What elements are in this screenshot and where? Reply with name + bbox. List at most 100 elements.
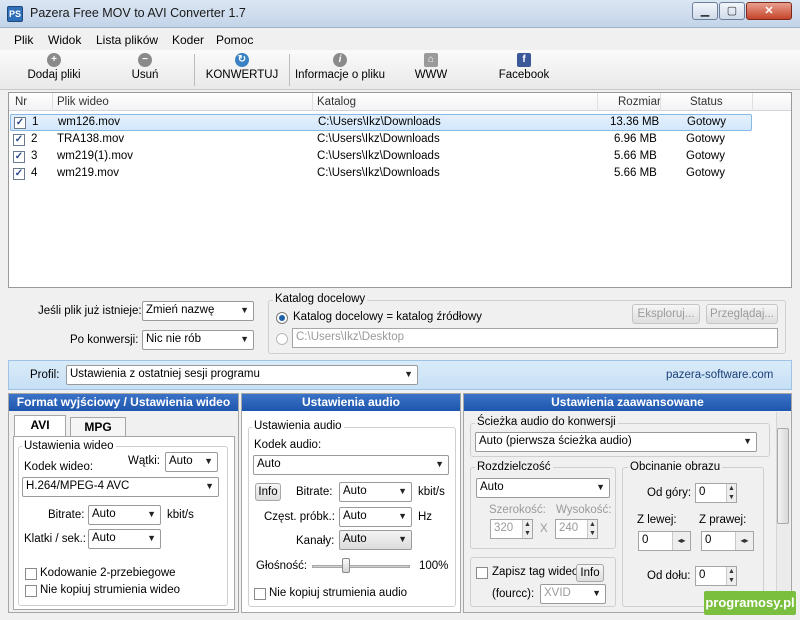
height-input[interactable]: 240 ▲ ▼	[555, 519, 598, 539]
col-status[interactable]: Status	[690, 96, 723, 108]
www-button[interactable]: ⌂ WWW	[406, 53, 456, 87]
audio-track-select[interactable]: Auto (pierwsza ścieżka audio) ▼	[475, 432, 757, 452]
refresh-icon: ↻	[235, 53, 249, 67]
fourcc-value: XVID	[544, 587, 571, 599]
col-divider	[752, 93, 753, 111]
crop-left-input[interactable]: 0 ◂▸	[638, 531, 691, 551]
close-button[interactable]: ✕	[746, 2, 792, 20]
explore-button[interactable]: Eksploruj...	[632, 304, 700, 324]
menu-widok[interactable]: Widok	[48, 33, 81, 47]
fourcc-checkbox[interactable]	[476, 567, 488, 579]
video-bitrate-label: Bitrate:	[48, 509, 85, 521]
row-checkbox[interactable]: ✓	[13, 168, 25, 180]
volume-value: 100%	[419, 560, 449, 572]
radio-same-dir[interactable]	[276, 312, 288, 324]
channels-value: Auto	[343, 533, 367, 545]
volume-slider-track[interactable]	[312, 565, 410, 568]
channels-select[interactable]: Auto ▼	[339, 530, 412, 550]
profile-select[interactable]: Ustawienia z ostatniej sesji programu ▼	[66, 365, 418, 385]
row-checkbox[interactable]: ✓	[13, 151, 25, 163]
table-row[interactable]: ✓ 3 wm219(1).mov C:\Users\Ikz\Downloads …	[10, 149, 752, 166]
col-nr[interactable]: Nr	[15, 96, 27, 108]
height-value: 240	[559, 522, 579, 534]
app-icon: PS	[7, 6, 23, 22]
col-dir[interactable]: Katalog	[317, 96, 356, 108]
col-file[interactable]: Plik wideo	[57, 96, 109, 108]
radio-custom-dir[interactable]	[276, 333, 288, 345]
row-dir: C:\Users\Ikz\Downloads	[318, 116, 441, 128]
chevron-down-icon: ▼	[743, 436, 752, 446]
fourcc-info-button[interactable]: Info	[576, 564, 604, 582]
menu-lista-plikow[interactable]: Lista plików	[96, 33, 158, 47]
chevron-down-icon: ▼	[435, 459, 444, 469]
video-codec-select[interactable]: H.264/MPEG-4 AVC ▼	[22, 477, 219, 497]
menu-plik[interactable]: Plik	[14, 33, 33, 47]
browse-button[interactable]: Przeglądaj...	[706, 304, 778, 324]
col-divider	[52, 93, 53, 111]
audio-panel-title: Ustawienia audio	[242, 394, 460, 411]
convert-button[interactable]: ↻ KONWERTUJ	[204, 53, 280, 87]
width-input[interactable]: 320 ▲ ▼	[490, 519, 533, 539]
audio-bitrate-select[interactable]: Auto ▼	[339, 482, 412, 502]
facebook-button[interactable]: f Facebook	[496, 53, 552, 87]
video-panel-title: Format wyjściowy / Ustawienia wideo	[9, 394, 238, 411]
nocopy-video-checkbox[interactable]	[25, 585, 37, 597]
fps-select[interactable]: Auto ▼	[88, 529, 161, 549]
crop-top-input[interactable]: 0 ▲ ▼	[695, 483, 737, 503]
tab-avi[interactable]: AVI	[14, 415, 66, 437]
menu-koder[interactable]: Koder	[172, 33, 204, 47]
fourcc-select[interactable]: XVID ▼	[540, 584, 606, 604]
nocopy-audio-label: Nie kopiuj strumienia audio	[269, 587, 408, 599]
nocopy-audio-checkbox[interactable]	[254, 588, 266, 600]
minimize-button[interactable]: ▁	[692, 2, 718, 20]
add-files-button[interactable]: + Dodaj pliki	[20, 53, 88, 87]
menu-pomoc[interactable]: Pomoc	[216, 33, 253, 47]
width-label: Szerokość:	[489, 504, 546, 516]
col-size[interactable]: Rozmiar	[618, 96, 661, 108]
row-size: 13.36 MB	[610, 116, 660, 128]
pazera-link[interactable]: pazera-software.com	[666, 369, 773, 381]
row-size: 5.66 MB	[614, 150, 657, 162]
row-dir: C:\Users\Ikz\Downloads	[317, 133, 440, 145]
after-value: Nic nie rób	[146, 333, 201, 345]
target-path-input[interactable]: C:\Users\Ikz\Desktop	[292, 328, 778, 348]
chevron-down-icon: ▼	[398, 534, 407, 544]
exists-select[interactable]: Zmień nazwę ▼	[142, 301, 254, 321]
after-select[interactable]: Nic nie rób ▼	[142, 330, 254, 350]
twopass-checkbox[interactable]	[25, 568, 37, 580]
toolbar-separator	[289, 54, 290, 86]
row-file: TRA138.mov	[57, 133, 125, 145]
remove-button[interactable]: − Usuń	[118, 53, 172, 87]
chevron-down-icon: ▼	[147, 509, 156, 519]
audio-bitrate-unit: kbit/s	[418, 486, 445, 498]
file-list-header	[9, 93, 791, 111]
file-info-button[interactable]: i Informacje o pliku	[294, 53, 386, 87]
maximize-button[interactable]: ▢	[719, 2, 745, 20]
video-bitrate-select[interactable]: Auto ▼	[88, 505, 161, 525]
resolution-select[interactable]: Auto ▼	[476, 478, 610, 498]
radio-same-label: Katalog docelowy = katalog źródłowy	[293, 311, 482, 323]
table-row[interactable]: ✓ 4 wm219.mov C:\Users\Ikz\Downloads 5.6…	[10, 166, 752, 183]
freq-select[interactable]: Auto ▼	[339, 507, 412, 527]
threads-select[interactable]: Auto ▼	[165, 452, 218, 472]
audio-codec-select[interactable]: Auto ▼	[253, 455, 449, 475]
chevron-down-icon: ▼	[398, 486, 407, 496]
row-checkbox[interactable]: ✓	[14, 117, 26, 129]
crop-right-input[interactable]: 0 ◂▸	[701, 531, 754, 551]
advanced-scrollbar-thumb[interactable]	[777, 428, 789, 524]
volume-slider-thumb[interactable]	[342, 558, 350, 573]
exists-value: Zmień nazwę	[146, 304, 215, 316]
spin-arrows-icon: ▲ ▼	[726, 567, 736, 585]
threads-label: Wątki:	[128, 455, 160, 467]
table-row[interactable]: ✓ 2 TRA138.mov C:\Users\Ikz\Downloads 6.…	[10, 132, 752, 149]
row-checkbox[interactable]: ✓	[13, 134, 25, 146]
spin-left-right-icon: ◂▸	[672, 532, 690, 550]
row-status: Gotowy	[686, 167, 725, 179]
audio-info-button[interactable]: Info	[255, 483, 281, 501]
crop-bottom-input[interactable]: 0 ▲ ▼	[695, 566, 737, 586]
crop-top-label: Od góry:	[647, 487, 692, 499]
table-row[interactable]: ✓ 1 wm126.mov C:\Users\Ikz\Downloads 13.…	[10, 114, 752, 131]
tab-mpg[interactable]: MPG	[70, 417, 126, 437]
video-bitrate-unit: kbit/s	[167, 509, 194, 521]
row-status: Gotowy	[687, 116, 726, 128]
